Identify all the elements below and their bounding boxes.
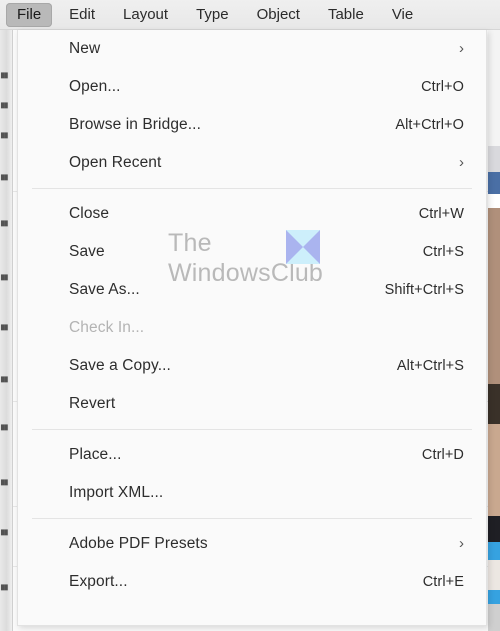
menubar-item-vie[interactable]: Vie [381, 3, 424, 27]
background-image-fragment [488, 604, 500, 631]
ruler-tick: ▉▉ [1, 377, 8, 383]
menu-item-label: Save a Copy... [69, 357, 171, 374]
ruler-tick: ▉▉ [1, 585, 8, 591]
menu-bar: File Edit Layout Type Object Table Vie [0, 0, 500, 30]
menu-item-shortcut: Shift+Ctrl+S [384, 282, 464, 298]
menu-item-label: New [69, 40, 101, 57]
menubar-item-table[interactable]: Table [317, 3, 375, 27]
background-image-fragment [488, 560, 500, 590]
menu-item-label: Browse in Bridge... [69, 116, 201, 133]
background-image-fragment [488, 208, 500, 384]
menu-item-shortcut: Ctrl+D [421, 447, 464, 463]
menubar-item-edit[interactable]: Edit [58, 3, 106, 27]
ruler-tick: ▉▉ [1, 133, 8, 139]
menu-item-label: Open... [69, 78, 121, 95]
menu-item-label: Export... [69, 573, 128, 590]
menu-item-check-in: Check In... [18, 309, 486, 347]
chevron-right-icon: › [459, 153, 464, 171]
ruler-tick: ▉▉ [1, 530, 8, 536]
menu-separator [32, 429, 472, 430]
background-image-fragment [488, 424, 500, 516]
chevron-right-icon: › [459, 534, 464, 552]
menu-item-save-as[interactable]: Save As... Shift+Ctrl+S [18, 271, 486, 309]
menu-item-shortcut: Alt+Ctrl+S [396, 358, 464, 374]
menu-item-label: Save As... [69, 281, 140, 298]
menu-separator [32, 188, 472, 189]
menu-item-close[interactable]: Close Ctrl+W [18, 195, 486, 233]
menubar-item-object[interactable]: Object [246, 3, 311, 27]
menu-item-import-xml[interactable]: Import XML... [18, 474, 486, 512]
file-dropdown-menu[interactable]: New › Open... Ctrl+O Browse in Bridge... Alt+… [17, 30, 487, 626]
ruler-tick: ▉▉ [1, 103, 8, 109]
background-image-fragment [488, 194, 500, 208]
background-image-fragment [488, 590, 500, 604]
menubar-item-type[interactable]: Type [185, 3, 240, 27]
menu-item-open-recent[interactable]: Open Recent › [18, 144, 486, 182]
menu-item-adobe-pdf-presets[interactable]: Adobe PDF Presets › [18, 525, 486, 563]
menubar-item-layout[interactable]: Layout [112, 3, 179, 27]
menu-item-shortcut: Ctrl+O [421, 79, 464, 95]
menu-item-label: Close [69, 205, 110, 222]
menubar-item-file[interactable]: File [6, 2, 53, 27]
menu-item-browse-in-bridge[interactable]: Browse in Bridge... Alt+Ctrl+O [18, 106, 486, 144]
background-image-fragment [488, 172, 500, 194]
background-image-fragment [488, 26, 500, 146]
menu-item-open[interactable]: Open... Ctrl+O [18, 68, 486, 106]
menu-item-shortcut: Ctrl+W [418, 206, 464, 222]
ruler-tick: ▉▉ [1, 425, 8, 431]
menu-item-label: Place... [69, 446, 122, 463]
menu-item-save-a-copy[interactable]: Save a Copy... Alt+Ctrl+S [18, 347, 486, 385]
background-image-fragment [488, 384, 500, 424]
chevron-right-icon: › [459, 39, 464, 57]
ruler-tick: ▉▉ [1, 73, 8, 79]
menu-item-label: Revert [69, 395, 116, 412]
menu-item-revert[interactable]: Revert [18, 385, 486, 423]
menu-item-shortcut: Ctrl+S [422, 244, 464, 260]
menu-item-place[interactable]: Place... Ctrl+D [18, 436, 486, 474]
menu-item-label: Save [69, 243, 105, 260]
menu-separator [32, 518, 472, 519]
menu-item-new[interactable]: New › [18, 30, 486, 68]
ruler-tick: ▉▉ [1, 275, 8, 281]
background-image-fragment [488, 542, 500, 560]
vertical-ruler[interactable]: ▉▉ ▉▉ ▉▉ ▉▉ ▉▉ ▉▉ ▉▉ ▉▉ ▉▉ ▉▉ ▉▉ ▉▉ [0, 26, 13, 631]
menu-item-label: Open Recent [69, 154, 162, 171]
background-image-fragment [488, 516, 500, 542]
ruler-tick: ▉▉ [1, 480, 8, 486]
background-image-fragment [488, 146, 500, 172]
menu-item-label: Import XML... [69, 484, 164, 501]
menu-item-shortcut: Ctrl+E [422, 574, 464, 590]
ruler-tick: ▉▉ [1, 221, 8, 227]
menu-item-label: Check In... [69, 319, 145, 336]
menu-item-export[interactable]: Export... Ctrl+E [18, 563, 486, 601]
background-right-content [488, 26, 500, 631]
ruler-tick: ▉▉ [1, 325, 8, 331]
menu-item-shortcut: Alt+Ctrl+O [395, 117, 464, 133]
menu-item-save[interactable]: Save Ctrl+S [18, 233, 486, 271]
ruler-tick: ▉▉ [1, 175, 8, 181]
menu-item-label: Adobe PDF Presets [69, 535, 208, 552]
